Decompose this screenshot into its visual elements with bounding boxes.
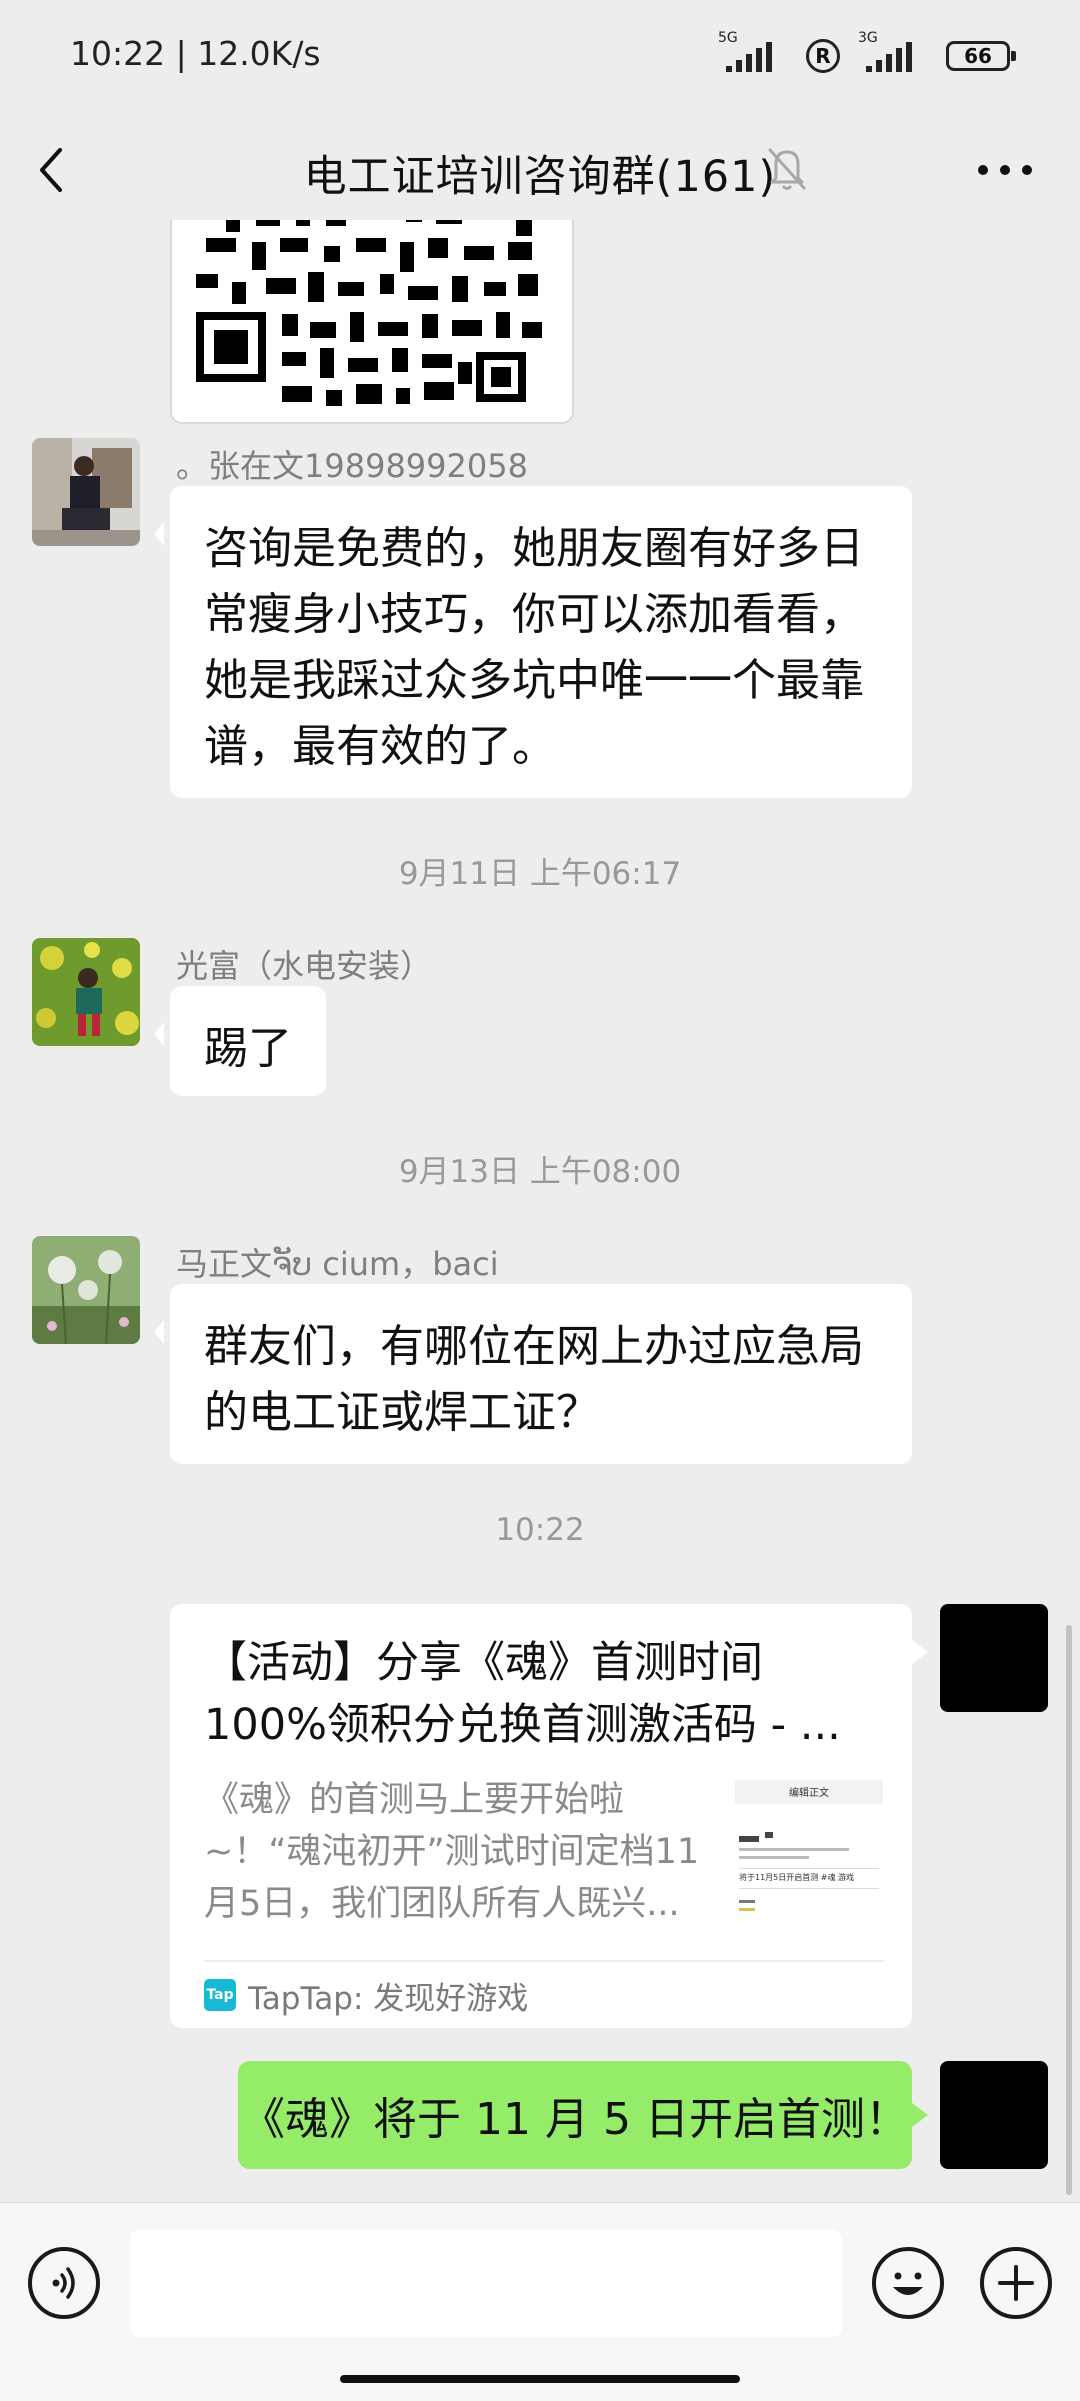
- self-avatar[interactable]: [940, 2061, 1048, 2169]
- timestamp: 9月11日 上午06:17: [398, 856, 682, 892]
- thumbnail-header: 编辑正文: [789, 1786, 829, 1799]
- link-thumbnail: 编辑正文 将于11月5日开启首测 #魂 游戏: [735, 1780, 883, 1928]
- roaming-icon: R: [806, 39, 840, 73]
- link-title: 【活动】分享《魂》首测时间 100%领积分兑换首测激活码 - ...: [204, 1638, 841, 1750]
- shared-link-card[interactable]: 【活动】分享《魂》首测时间 100%领积分兑换首测激活码 - ... 《魂》的首…: [170, 1604, 928, 2028]
- message-bubble[interactable]: 咨询是免费的，她朋友圈有好多日常瘦身小技巧，你可以添加看看，她是我踩过众多坑中唯…: [154, 486, 912, 798]
- signal-3g-icon: 3G: [858, 30, 928, 76]
- avatar[interactable]: [32, 938, 140, 1046]
- muted-bell-icon: [762, 134, 812, 204]
- qr-code-image-message[interactable]: [170, 220, 574, 424]
- avatar[interactable]: [32, 438, 140, 546]
- sender-name: 。张在文19898992058: [176, 447, 528, 485]
- sender-name: 光富（水电安装）: [176, 947, 433, 985]
- thumbnail-line: 将于11月5日开启首测 #魂 游戏: [739, 1872, 854, 1882]
- self-avatar[interactable]: [940, 1604, 1048, 1712]
- qr-code-image: [196, 220, 546, 412]
- own-message-text: 《魂》将于 11 月 5 日开启首测！: [241, 2094, 909, 2145]
- timestamp: 9月13日 上午08:00: [398, 1154, 682, 1190]
- status-time: 10:22 | 12.0K/s: [70, 34, 321, 73]
- emoji-icon: [893, 2272, 923, 2295]
- more-functions-button[interactable]: [980, 2247, 1052, 2319]
- taptap-logo-icon: Tap: [204, 1979, 236, 2011]
- status-icons: 5G R 3G 66: [718, 30, 1016, 76]
- home-indicator[interactable]: [340, 2375, 740, 2383]
- message-input[interactable]: [130, 2229, 842, 2337]
- more-options-icon[interactable]: [970, 140, 1040, 200]
- timestamp: 10:22: [495, 1512, 585, 1548]
- message-bubble[interactable]: 踢了: [154, 986, 326, 1096]
- own-message-bubble[interactable]: 《魂》将于 11 月 5 日开启首测！: [238, 2061, 928, 2169]
- status-bar: 10:22 | 12.0K/s 5G R 3G 66: [0, 0, 1080, 120]
- input-bar: [0, 2202, 1080, 2401]
- link-source: Tap TapTap: 发现好游戏: [204, 1970, 528, 2020]
- chat-header: 电工证培训咨询群(161): [0, 120, 1080, 220]
- battery-icon: 66: [946, 41, 1016, 71]
- emoji-button[interactable]: [872, 2247, 944, 2319]
- link-source-label: TapTap: 发现好游戏: [248, 1980, 529, 2017]
- battery-level: 66: [964, 44, 992, 68]
- voice-input-button[interactable]: [28, 2247, 100, 2319]
- link-description: 《魂》的首测马上要开始啦~！“魂沌初开”测试时间定档11月5日，我们团队所有人既…: [204, 1780, 700, 1924]
- avatar[interactable]: [32, 1236, 140, 1344]
- message-list[interactable]: 。张在文19898992058 咨询是免费的，她朋友圈有好多日常瘦身小技巧，你可…: [0, 220, 1080, 2202]
- voice-icon: [52, 2267, 75, 2299]
- message-bubble[interactable]: 群友们，有哪位在网上办过应急局的电工证或焊工证？: [154, 1284, 912, 1464]
- sender-name: 马正文ຈັບ cium，baci: [176, 1245, 499, 1283]
- plus-icon: [998, 2265, 1034, 2301]
- divider: [204, 1960, 884, 1962]
- signal-5g-icon: 5G: [718, 30, 788, 76]
- scrollbar[interactable]: [1066, 1625, 1072, 2195]
- chat-title: 电工证培训咨询群(161): [303, 152, 777, 202]
